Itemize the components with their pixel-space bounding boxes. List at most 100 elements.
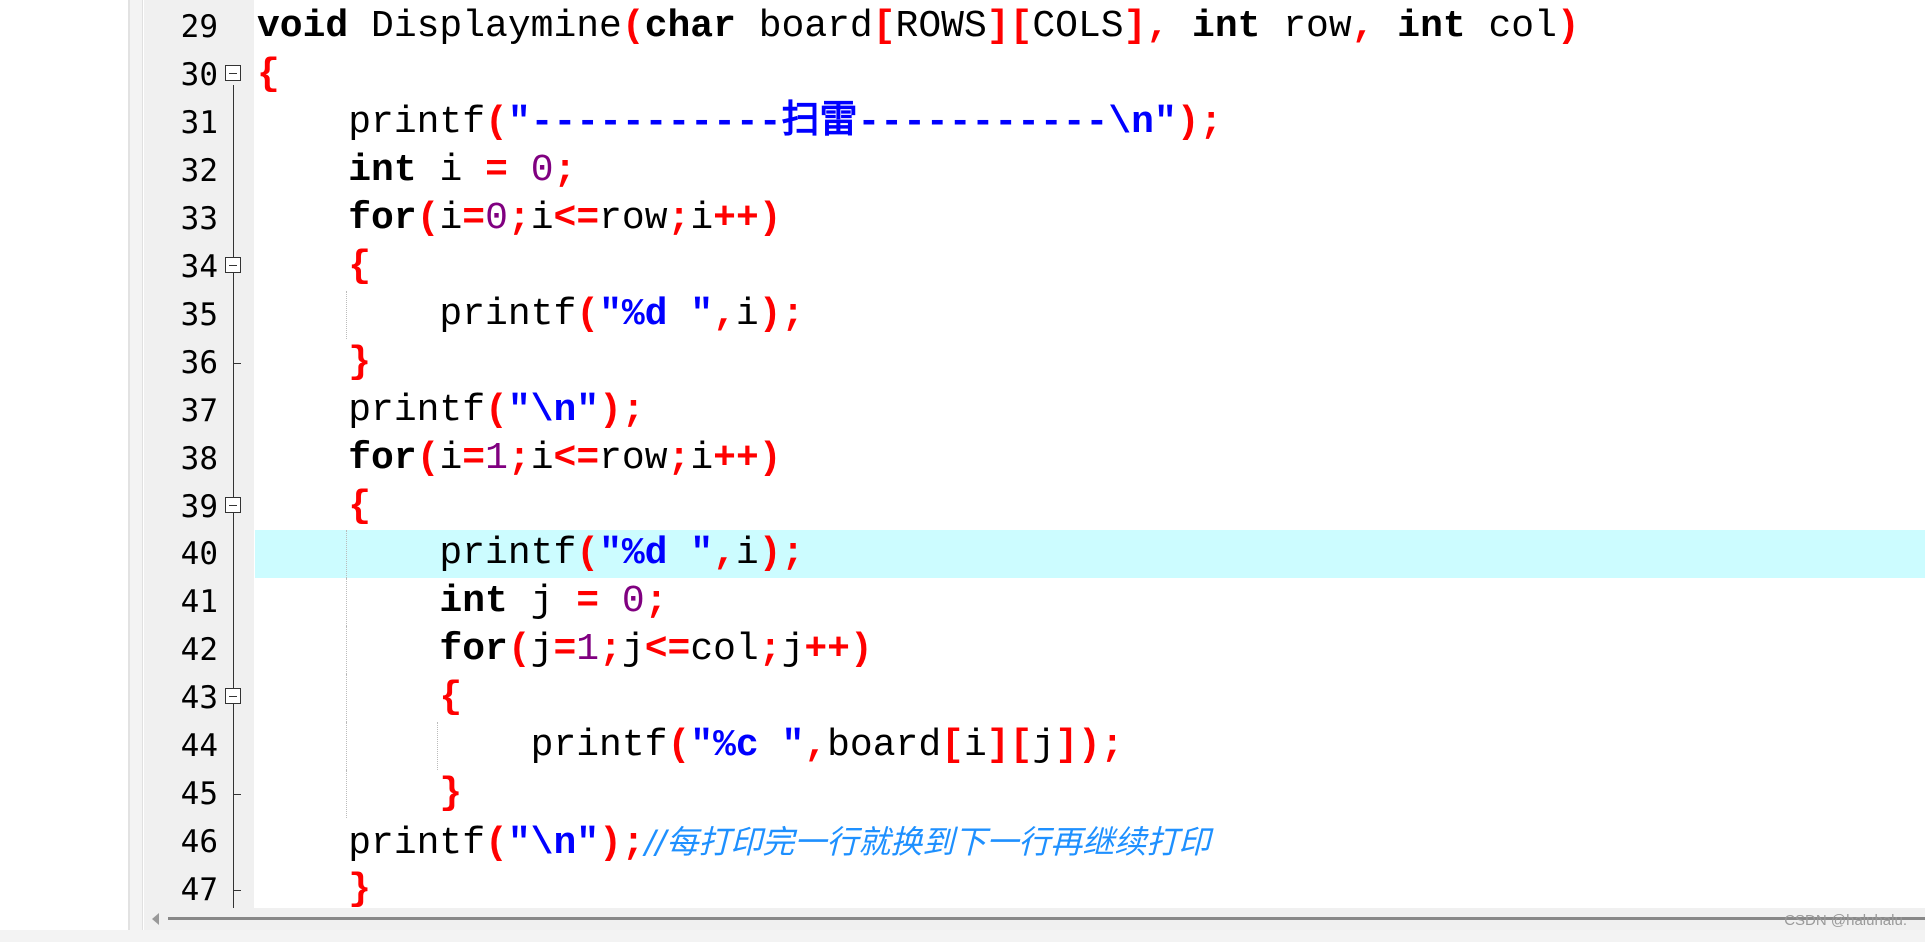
identifier-token: col [690,628,759,672]
comment-token: //每打印完一行就换到下一行再继续打印 [644,823,1211,862]
identifier-token: j [1032,724,1056,768]
keyword-token: for [257,436,417,480]
identifier-token: board [827,724,942,768]
operator-token: ]); [1055,724,1124,768]
operator-token: ][ [986,724,1033,768]
identifier-token: ROWS [895,5,987,48]
left-panel [0,0,130,930]
keyword-token: int [1192,5,1261,48]
identifier-token: i [530,436,554,480]
fold-collapse-icon[interactable] [225,64,241,81]
operator-token: ) [1556,5,1580,48]
code-line[interactable]: 47 } [144,866,1925,908]
identifier-token: printf [257,292,577,336]
operator-token: ( [507,628,531,672]
code-line[interactable]: 43 { [144,674,1925,723]
indent-guide [346,578,348,627]
keyword-token: int [257,580,508,624]
identifier-token: printf [257,724,668,768]
operator-token: [ [872,5,896,48]
code-text: for(j=1;j<=col;j++) [255,626,1925,675]
operator-token: ( [667,724,691,768]
operator-token: ( [485,100,508,144]
operator-token: } [257,868,372,908]
identifier-token: i [735,532,759,576]
code-text: { [255,51,1925,99]
code-text: printf("\n"); [255,387,1925,435]
fold-end-marker [233,794,241,796]
string-literal-token: "\n" [507,822,600,866]
code-line[interactable]: 45 } [144,770,1925,819]
scroll-left-arrow-icon[interactable] [152,913,159,925]
identifier-token [599,580,622,623]
line-number: 46 [180,824,218,861]
identifier-token: i [735,292,759,336]
code-line[interactable]: 32 int i = 0; [144,147,1925,195]
fold-collapse-icon[interactable] [225,688,241,705]
horizontal-scrollbar[interactable] [144,908,1925,930]
fold-collapse-icon[interactable] [225,256,241,273]
code-line[interactable]: 29 void Displaymine(char board[ROWS][COLS… [144,3,1925,51]
code-line[interactable]: 31 printf("-----------扫雷-----------\n"); [144,99,1925,147]
code-editor[interactable]: 29 void Displaymine(char board[ROWS][COLS… [144,0,1925,908]
identifier-token: row [599,196,668,240]
code-line[interactable]: 38 for(i=1;i<=row;i++) [144,435,1925,483]
line-number: 31 [180,104,218,141]
operator-token: ; [667,196,691,240]
code-text: for(i=0;i<=row;i++) [255,195,1925,243]
identifier-token: board [735,5,873,48]
identifier-token: i [690,436,714,480]
operator-token: [ [941,724,964,768]
code-text: { [255,674,1925,723]
operator-token: ( [576,532,600,576]
watermark: CSDN @haluhalu. [1784,912,1907,929]
keyword-token: for [257,196,417,240]
code-line[interactable]: 40 printf("%d ",i); [144,530,1925,579]
code-line[interactable]: 42 for(j=1;j<=col;j++) [144,626,1925,675]
fold-collapse-icon[interactable] [225,496,241,513]
keyword-token: char [644,5,736,48]
code-text: { [255,483,1925,531]
number-literal-token: 0 [530,148,554,192]
string-literal-token: "%d " [599,292,714,336]
code-line[interactable]: 37 printf("\n"); [144,387,1925,435]
code-line[interactable]: 36 } [144,339,1925,387]
operator-token: ; [553,148,577,192]
line-number: 45 [180,776,218,813]
panel-splitter[interactable] [130,0,143,942]
string-literal-token: "%c " [690,724,805,768]
code-line[interactable]: 41 int j = 0; [144,578,1925,627]
keyword-token: int [1397,5,1466,48]
identifier-token: col [1465,5,1557,48]
code-text: printf("%c ",board[i][j]); [255,722,1925,771]
line-number: 47 [180,872,218,908]
operator-token: { [257,484,372,528]
code-line[interactable]: 39 { [144,483,1925,531]
identifier-token [1374,5,1397,48]
number-literal-token: 0 [621,580,645,624]
code-text: printf("%d ",i); [255,530,1925,579]
operator-token: , [713,532,736,576]
line-number: 37 [180,392,218,429]
code-line[interactable]: 30 { [144,51,1925,99]
identifier-token [508,149,531,192]
operator-token: } [257,772,463,816]
code-line[interactable]: 44 printf("%c ",board[i][j]); [144,722,1925,771]
indent-guide [346,770,348,819]
operator-token: ( [621,5,645,48]
operator-token: <= [644,628,691,672]
operator-token: ; [599,628,622,672]
operator-token: ( [416,436,440,480]
indent-guide [437,722,439,771]
code-line[interactable]: 33 for(i=0;i<=row;i++) [144,195,1925,243]
line-number: 29 [180,9,218,45]
code-line[interactable]: 34 { [144,243,1925,291]
code-line[interactable]: 35 printf("%d ",i); [144,290,1925,339]
code-line[interactable]: 46 printf("\n");//每打印完一行就换到下一行再继续打印 [144,818,1925,866]
scrollbar-thumb[interactable] [168,917,1925,920]
operator-token: = [462,436,486,480]
operator-token: ++) [713,196,782,240]
identifier-token: row [599,436,668,480]
line-number: 40 [180,536,218,573]
operator-token: ( [576,292,600,336]
